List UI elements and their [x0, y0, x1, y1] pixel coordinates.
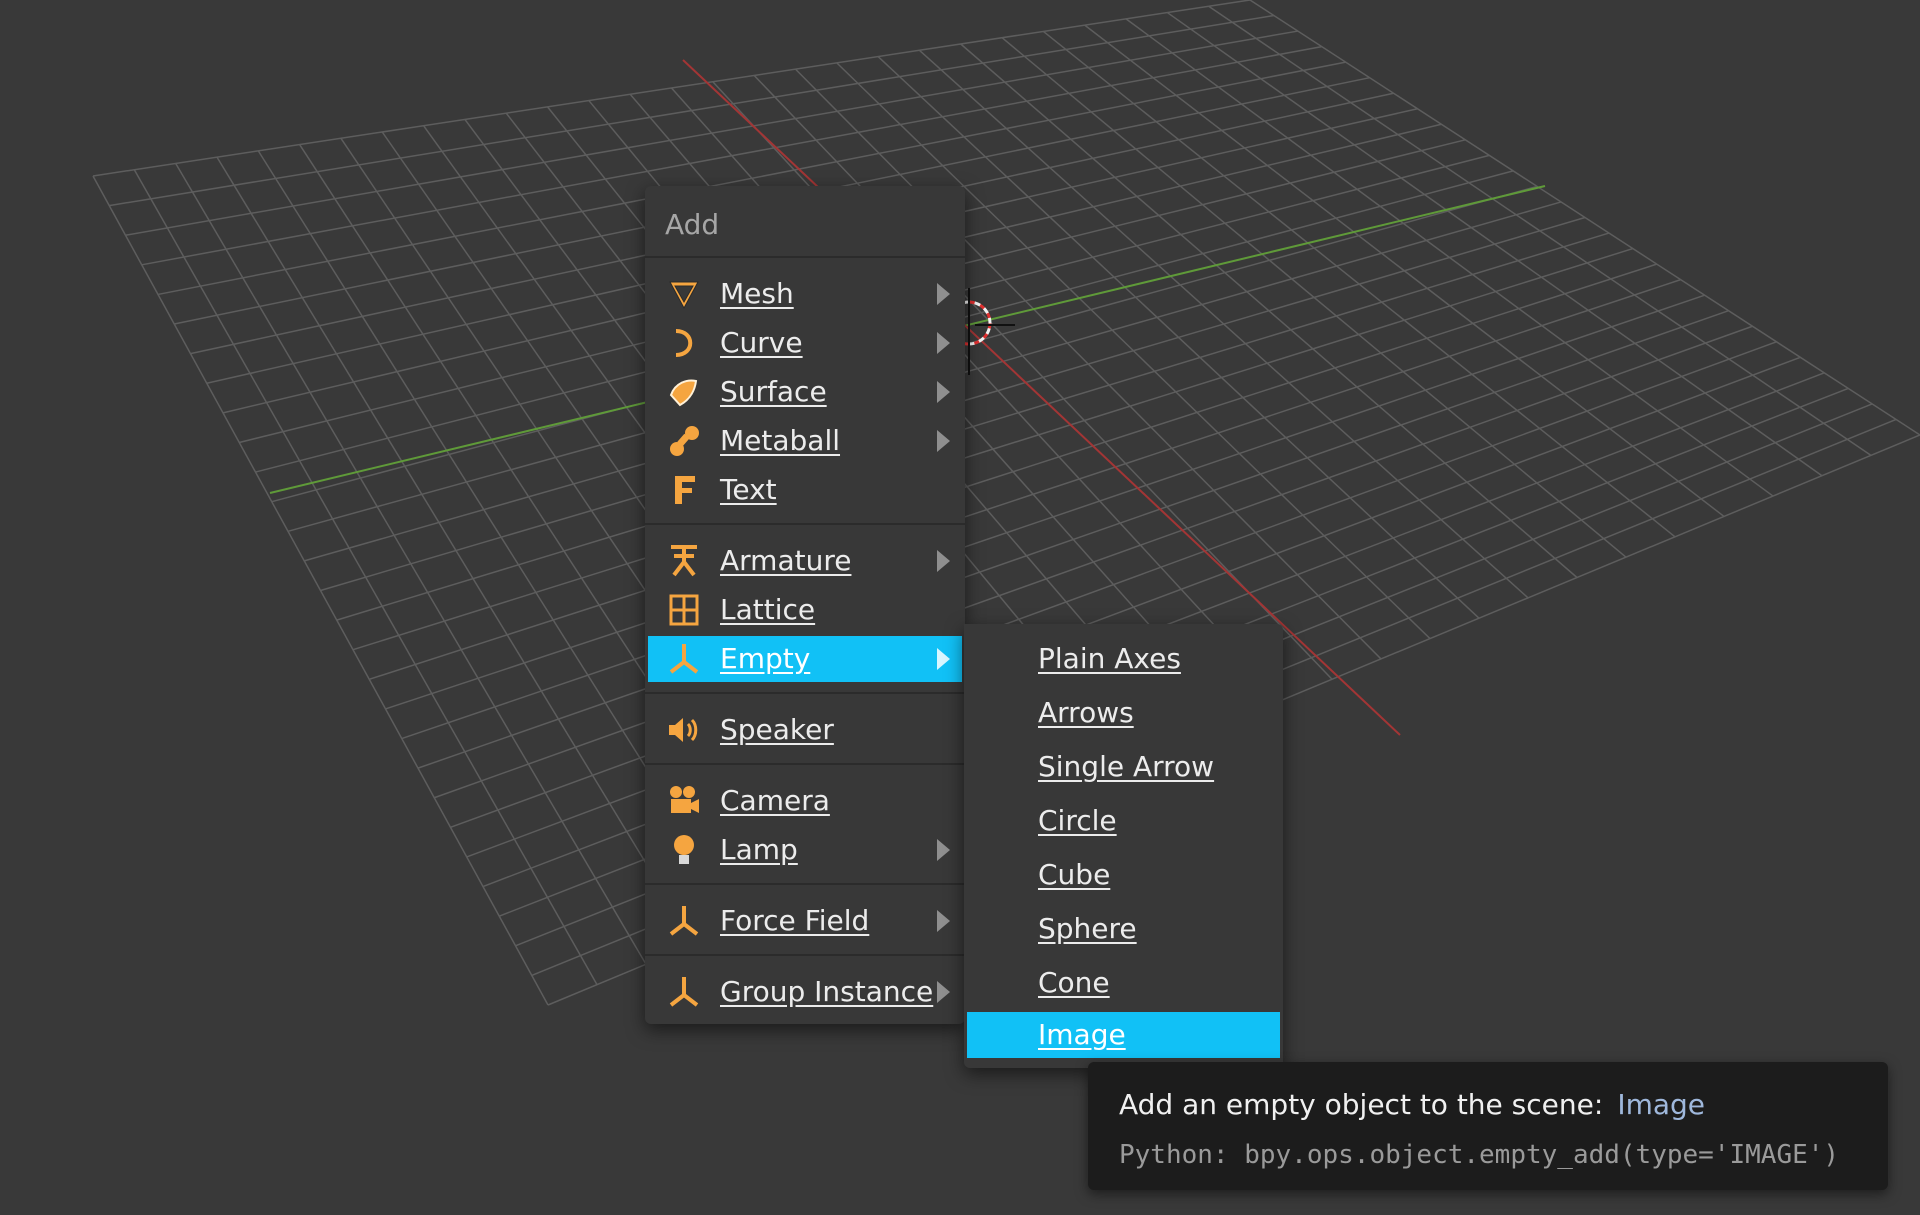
menu-item-lattice[interactable]: Lattice — [648, 587, 962, 633]
submenu-item-label: Single Arrow — [1038, 750, 1215, 783]
submenu-item-label: Sphere — [1038, 912, 1137, 945]
submenu-arrow-icon — [937, 430, 950, 452]
submenu-item-label: Cone — [1038, 966, 1110, 999]
camera-icon — [665, 782, 703, 820]
tooltip-description-text: Add an empty object to the scene: — [1119, 1088, 1604, 1121]
menu-item-metaball[interactable]: Metaball — [648, 418, 962, 464]
menu-item-curve[interactable]: Curve — [648, 320, 962, 366]
submenu-arrow-icon — [937, 648, 950, 670]
submenu-item-cone[interactable]: Cone — [967, 960, 1280, 1006]
submenu-item-arrows[interactable]: Arrows — [967, 690, 1280, 736]
menu-separator — [645, 256, 965, 258]
menu-item-label: Text — [720, 473, 777, 506]
submenu-item-cube[interactable]: Cube — [967, 852, 1280, 898]
submenu-item-label: Cube — [1038, 858, 1111, 891]
menu-item-force-field[interactable]: Force Field — [648, 898, 962, 944]
menu-item-label: Curve — [720, 326, 803, 359]
curve-icon — [665, 324, 703, 362]
tooltip: Add an empty object to the scene: Image P… — [1088, 1062, 1888, 1190]
text-icon — [665, 471, 703, 509]
menu-item-label: Force Field — [720, 904, 870, 937]
submenu-item-label: Image — [1038, 1018, 1126, 1051]
submenu-item-sphere[interactable]: Sphere — [967, 906, 1280, 952]
submenu-item-single-arrow[interactable]: Single Arrow — [967, 744, 1280, 790]
submenu-item-label: Circle — [1038, 804, 1117, 837]
menu-item-camera[interactable]: Camera — [648, 778, 962, 824]
empty-icon — [665, 640, 703, 678]
armature-icon — [665, 542, 703, 580]
menu-item-mesh[interactable]: Mesh — [648, 271, 962, 317]
menu-item-label: Mesh — [720, 277, 794, 310]
menu-item-surface[interactable]: Surface — [648, 369, 962, 415]
menu-item-empty[interactable]: Empty — [648, 636, 962, 682]
submenu-arrow-icon — [937, 550, 950, 572]
lattice-icon — [665, 591, 703, 629]
submenu-item-label: Plain Axes — [1038, 642, 1181, 675]
submenu-arrow-icon — [937, 981, 950, 1003]
surface-icon — [665, 373, 703, 411]
menu-separator — [645, 883, 965, 885]
submenu-arrow-icon — [937, 332, 950, 354]
tooltip-value: Image — [1617, 1088, 1706, 1121]
lamp-icon — [665, 831, 703, 869]
menu-separator — [645, 692, 965, 694]
mesh-icon — [665, 275, 703, 313]
group-instance-icon — [665, 973, 703, 1011]
tooltip-description: Add an empty object to the scene: Image — [1119, 1088, 1705, 1121]
menu-item-lamp[interactable]: Lamp — [648, 827, 962, 873]
submenu-item-image[interactable]: Image — [967, 1012, 1280, 1058]
menu-item-speaker[interactable]: Speaker — [648, 707, 962, 753]
empty-submenu: Plain Axes Arrows Single Arrow Circle Cu… — [964, 624, 1283, 1068]
submenu-item-label: Arrows — [1038, 696, 1134, 729]
menu-item-label: Lattice — [720, 593, 816, 626]
menu-item-label: Empty — [720, 642, 811, 675]
submenu-item-plain-axes[interactable]: Plain Axes — [967, 636, 1280, 682]
menu-item-label: Speaker — [720, 713, 834, 746]
submenu-arrow-icon — [937, 381, 950, 403]
menu-item-text[interactable]: Text — [648, 467, 962, 513]
metaball-icon — [665, 422, 703, 460]
tooltip-python: Python: bpy.ops.object.empty_add(type='I… — [1119, 1140, 1840, 1170]
menu-separator — [645, 523, 965, 525]
menu-separator — [645, 954, 965, 956]
submenu-item-circle[interactable]: Circle — [967, 798, 1280, 844]
menu-item-group-instance[interactable]: Group Instance — [648, 969, 962, 1015]
submenu-arrow-icon — [937, 910, 950, 932]
submenu-arrow-icon — [937, 839, 950, 861]
menu-item-label: Metaball — [720, 424, 841, 457]
menu-item-label: Surface — [720, 375, 827, 408]
force-field-icon — [665, 902, 703, 940]
add-menu-title: Add — [665, 208, 720, 241]
speaker-icon — [665, 711, 703, 749]
menu-item-label: Armature — [720, 544, 852, 577]
submenu-arrow-icon — [937, 283, 950, 305]
menu-item-label: Group Instance — [720, 975, 934, 1008]
menu-separator — [645, 763, 965, 765]
menu-item-label: Camera — [720, 784, 830, 817]
menu-item-armature[interactable]: Armature — [648, 538, 962, 584]
menu-item-label: Lamp — [720, 833, 798, 866]
add-menu: Add Mesh Curve Surface Metaball Text Arm… — [645, 186, 965, 1024]
